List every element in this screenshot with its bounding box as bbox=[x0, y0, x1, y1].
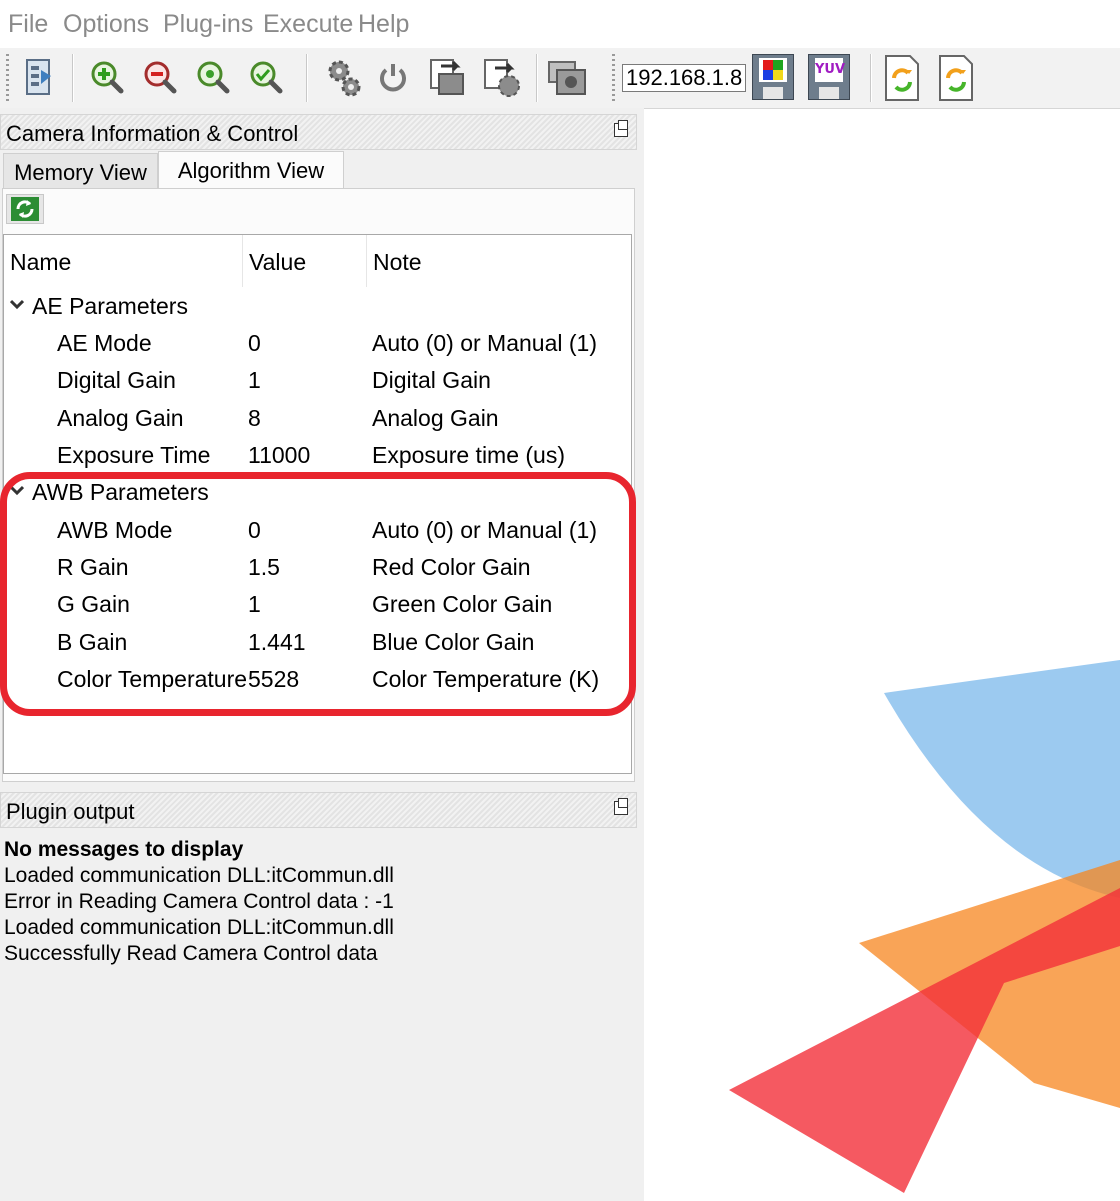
camera-panel-title: Camera Information & Control bbox=[6, 121, 299, 146]
log-line: Loaded communication DLL:itCommun.dll bbox=[4, 916, 394, 939]
table-row[interactable]: Analog Gain 8 Analog Gain bbox=[4, 401, 631, 438]
toolbar-grip-2[interactable] bbox=[612, 54, 615, 102]
zoom-check-icon[interactable] bbox=[243, 54, 289, 102]
import-icon[interactable] bbox=[478, 54, 524, 102]
menu-plugins[interactable]: Plug-ins bbox=[163, 10, 253, 39]
capture-icon[interactable] bbox=[544, 54, 590, 102]
zoom-in-green-icon[interactable] bbox=[84, 54, 130, 102]
menu-help[interactable]: Help bbox=[358, 10, 409, 39]
float-panel-icon[interactable] bbox=[614, 120, 628, 137]
toolbar-grip[interactable] bbox=[6, 54, 9, 102]
menu-file[interactable]: File bbox=[8, 10, 48, 39]
log-line: Loaded communication DLL:itCommun.dll bbox=[4, 864, 394, 887]
column-header-note[interactable]: Note bbox=[367, 235, 631, 287]
plugin-output-log[interactable]: No messages to display Loaded communicat… bbox=[0, 828, 640, 1201]
chevron-down-icon[interactable] bbox=[10, 297, 24, 311]
gear-icon[interactable] bbox=[320, 54, 366, 102]
log-line: No messages to display bbox=[4, 838, 244, 861]
output-panel-title: Plugin output bbox=[6, 799, 135, 824]
load-file-icon[interactable] bbox=[882, 54, 922, 102]
menu-execute[interactable]: Execute bbox=[263, 10, 353, 39]
column-header-value[interactable]: Value bbox=[243, 235, 366, 287]
log-line: Error in Reading Camera Control data : -… bbox=[4, 890, 394, 913]
yuv-label: YUV bbox=[815, 58, 845, 82]
zoom-fit-icon[interactable] bbox=[190, 54, 236, 102]
table-row[interactable]: AE Mode 0 Auto (0) or Manual (1) bbox=[4, 326, 631, 363]
column-header-name[interactable]: Name bbox=[4, 235, 242, 287]
export-icon[interactable] bbox=[424, 54, 470, 102]
zoom-out-red-icon[interactable] bbox=[137, 54, 183, 102]
awb-highlight-outline bbox=[0, 472, 636, 716]
table-row[interactable]: Digital Gain 1 Digital Gain bbox=[4, 363, 631, 400]
log-line: Successfully Read Camera Control data bbox=[4, 942, 378, 965]
load-file-alt-icon[interactable] bbox=[936, 54, 976, 102]
ip-address-field[interactable] bbox=[622, 64, 746, 92]
background-logo bbox=[729, 660, 1120, 1193]
save-yuv-icon[interactable]: YUV bbox=[808, 54, 850, 100]
menu-bar: File Options Plug-ins Execute Help bbox=[0, 0, 1120, 48]
tab-algorithm-view[interactable]: Algorithm View bbox=[158, 151, 344, 189]
refresh-icon bbox=[11, 197, 39, 221]
float-panel-icon[interactable] bbox=[614, 798, 628, 815]
menu-options[interactable]: Options bbox=[63, 10, 149, 39]
group-label: AE Parameters bbox=[32, 293, 188, 319]
output-panel-header: Plugin output bbox=[0, 792, 637, 828]
tree-group-ae[interactable]: AE Parameters bbox=[4, 289, 631, 326]
camera-panel-header: Camera Information & Control bbox=[0, 114, 637, 150]
table-row[interactable]: Exposure Time 11000 Exposure time (us) bbox=[4, 438, 631, 475]
camera-settings-icon[interactable] bbox=[16, 54, 62, 102]
save-rgb-icon[interactable] bbox=[752, 54, 794, 100]
tab-memory-view[interactable]: Memory View bbox=[3, 153, 158, 189]
power-icon[interactable] bbox=[370, 54, 416, 102]
refresh-button[interactable] bbox=[6, 194, 44, 224]
